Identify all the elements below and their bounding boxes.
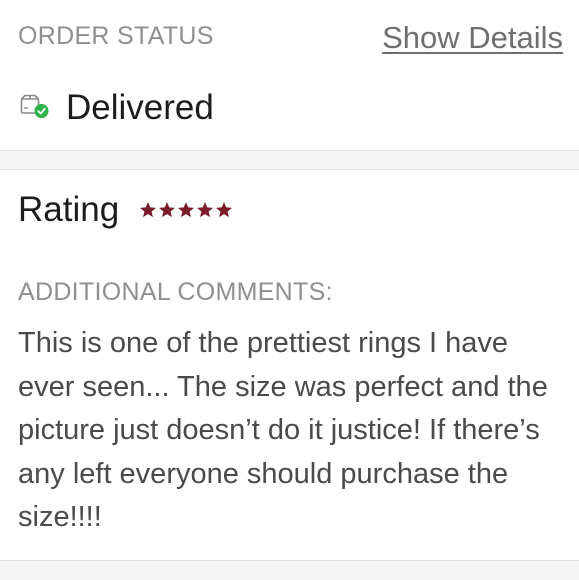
star-icon bbox=[216, 202, 232, 218]
order-status-header: ORDER STATUS Show Details bbox=[18, 20, 563, 56]
star-icon bbox=[197, 202, 213, 218]
review-section: Rating ADDITIONAL COMMENTS: This is one … bbox=[0, 170, 579, 560]
rating-label: Rating bbox=[18, 190, 120, 229]
box-delivered-icon bbox=[20, 94, 50, 120]
order-status-section: ORDER STATUS Show Details Delivered bbox=[0, 0, 579, 150]
additional-comments-label: ADDITIONAL COMMENTS: bbox=[18, 278, 333, 306]
rating-stars bbox=[138, 200, 233, 220]
delivery-status-value: Delivered bbox=[66, 88, 214, 127]
show-details-link[interactable]: Show Details bbox=[382, 20, 563, 56]
review-comment-text: This is one of the prettiest rings I hav… bbox=[18, 327, 548, 533]
star-icon bbox=[178, 202, 194, 218]
bottom-divider bbox=[0, 560, 579, 580]
order-review-page: ORDER STATUS Show Details Delivered Rati… bbox=[0, 0, 579, 580]
star-icon bbox=[159, 202, 175, 218]
star-icon bbox=[140, 202, 156, 218]
section-divider bbox=[0, 150, 579, 170]
order-status-label: ORDER STATUS bbox=[18, 22, 214, 50]
